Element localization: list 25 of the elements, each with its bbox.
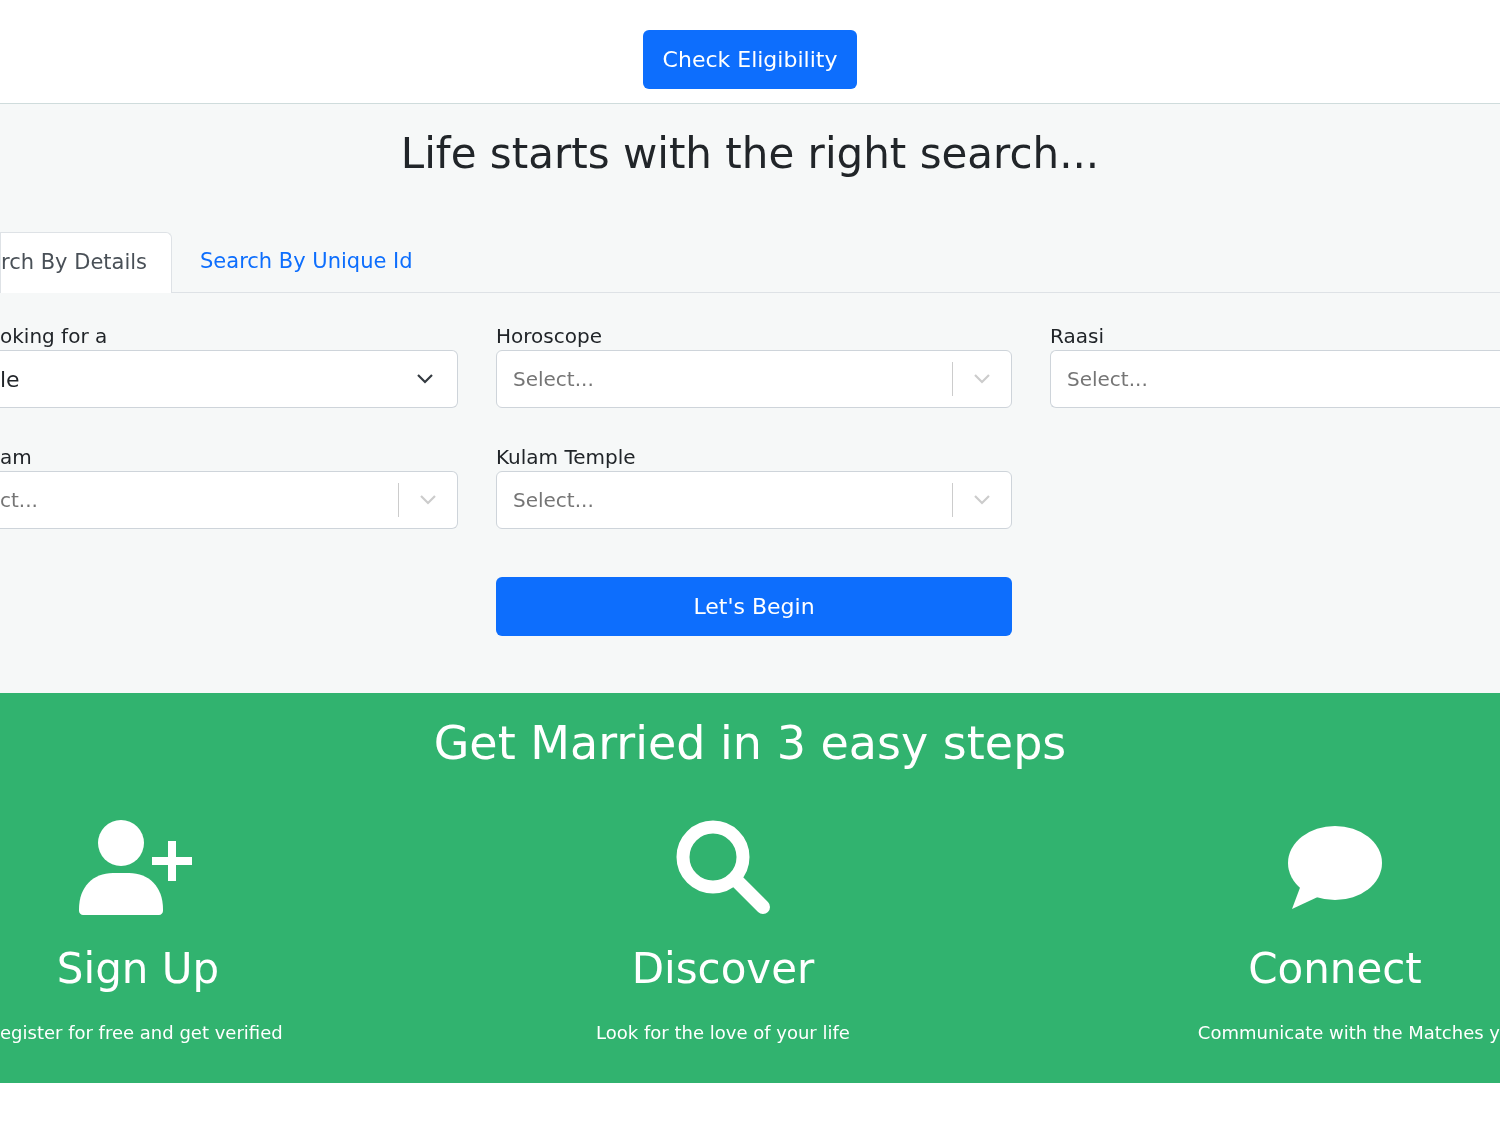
check-eligibility-button[interactable]: Check Eligibility xyxy=(642,30,858,89)
step-title: Connect xyxy=(1248,943,1422,995)
speech-bubble-icon xyxy=(1287,825,1383,909)
field-label: oking for a xyxy=(0,323,109,350)
steps-heading: Get Married in 3 easy steps xyxy=(432,715,1068,772)
select-dropdown[interactable]: ct... xyxy=(0,471,458,529)
search-tab[interactable]: Search By Unique Id xyxy=(172,231,441,292)
step-title: Discover xyxy=(631,943,815,995)
select-dropdown[interactable]: le xyxy=(0,350,458,408)
search-icon xyxy=(675,819,771,915)
chevron-icon xyxy=(415,373,435,385)
field-label: Horoscope xyxy=(496,323,603,350)
step-description: Look for the love of your life xyxy=(596,1021,850,1045)
select-dropdown[interactable]: Select... xyxy=(1050,350,1500,408)
step-description: egister for free and get verified xyxy=(0,1021,283,1045)
select-dropdown[interactable]: Select... xyxy=(496,471,1012,529)
field-label: Kulam Temple xyxy=(496,444,637,471)
field-label: Raasi xyxy=(1050,323,1105,350)
field-label: am xyxy=(0,444,33,471)
step-title: Sign Up xyxy=(56,943,220,995)
select-dropdown[interactable]: Select... xyxy=(496,350,1012,408)
search-tab[interactable]: rch By Details xyxy=(0,232,172,293)
search-heading: Life starts with the right search... xyxy=(399,128,1101,180)
step-description: Communicate with the Matches y xyxy=(1197,1021,1500,1045)
lets-begin-button[interactable]: Let's Begin xyxy=(496,577,1012,636)
